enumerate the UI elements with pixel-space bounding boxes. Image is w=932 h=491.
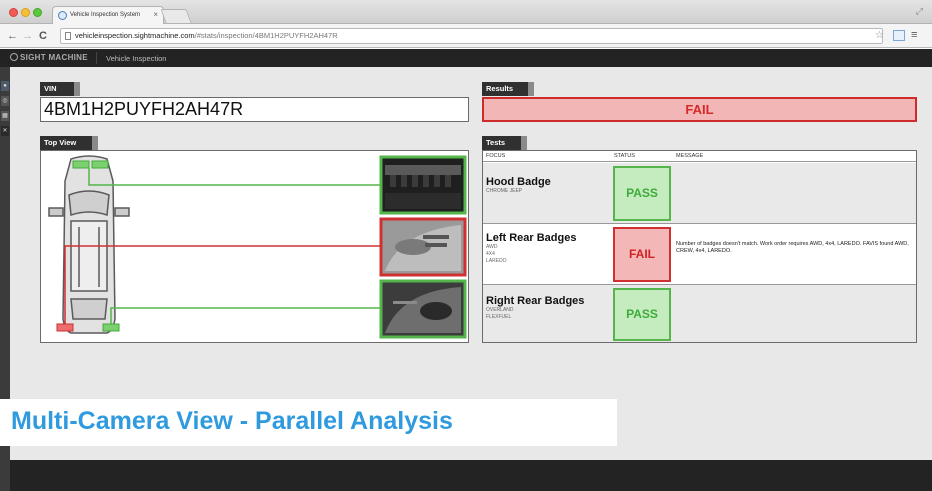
test-name: Left Rear Badges <box>486 232 577 244</box>
header-divider <box>96 52 97 64</box>
new-tab-button[interactable] <box>160 9 192 23</box>
url-path: /#stats/inspection/4BM1H2PUYFH2AH47R <box>194 31 338 40</box>
browser-window: Vehicle Inspection System × ⤢ ← → C vehi… <box>0 0 932 491</box>
status-badge: FAIL <box>613 227 671 282</box>
tests-panel-handle[interactable] <box>521 136 527 150</box>
table-row[interactable]: Hood Badge CHROME JEEP PASS <box>483 163 916 224</box>
hood-badge-connector <box>88 168 381 186</box>
right-rear-badge-region[interactable] <box>102 323 120 332</box>
overall-result: FAIL <box>482 97 917 122</box>
left-rear-badge-region[interactable] <box>56 323 74 332</box>
fullscreen-icon[interactable]: ⤢ <box>916 6 923 17</box>
zoom-window-button[interactable] <box>33 8 42 17</box>
test-focus: Right Rear Badges OVERLAND FLEXFUEL <box>486 295 606 321</box>
brand-logo[interactable]: SIGHT MACHINE <box>10 53 88 62</box>
table-row[interactable]: Right Rear Badges OVERLAND FLEXFUEL PASS <box>483 285 916 346</box>
top-view-label: Top View <box>40 136 98 150</box>
results-label-text: Results <box>486 84 514 93</box>
test-focus: Left Rear Badges AWD 4X4 LAREDO <box>486 232 606 265</box>
top-view-panel <box>40 150 469 343</box>
browser-tab[interactable]: Vehicle Inspection System × <box>52 6 164 24</box>
vin-label-text: VIN <box>44 84 57 93</box>
browser-menu-icon[interactable]: ≡ <box>911 29 917 41</box>
url-host: vehicleinspection.sightmachine.com <box>75 31 195 40</box>
left-rear-camera-thumbnail[interactable] <box>379 217 467 277</box>
test-detail: LAREDO <box>486 258 507 264</box>
location-pin-icon[interactable]: ● <box>1 81 9 91</box>
reload-icon[interactable]: C <box>39 29 47 43</box>
camera-icon[interactable]: ◎ <box>1 96 9 106</box>
tools-icon[interactable]: ✕ <box>1 126 9 136</box>
caption-banner: Multi-Camera View - Parallel Analysis <box>0 399 617 446</box>
browser-tab-bar: Vehicle Inspection System × ⤢ <box>0 0 932 24</box>
vin-panel-handle[interactable] <box>74 82 80 96</box>
tests-label-text: Tests <box>486 138 506 147</box>
vehicle-diagram <box>48 155 467 339</box>
test-focus: Hood Badge CHROME JEEP <box>486 176 606 195</box>
results-panel-handle[interactable] <box>528 82 534 96</box>
hood-badge-camera-thumbnail[interactable] <box>379 155 467 215</box>
tab-close-icon[interactable]: × <box>153 10 158 19</box>
brand-name: SIGHT MACHINE <box>20 53 88 62</box>
tab-title: Vehicle Inspection System <box>70 12 141 18</box>
results-label: Results <box>482 82 534 96</box>
status-column-header[interactable]: STATUS <box>614 153 635 159</box>
table-row[interactable]: Left Rear Badges AWD 4X4 LAREDO FAIL Num… <box>483 224 916 285</box>
back-arrow-icon[interactable]: ← <box>7 29 18 43</box>
tests-table: FOCUS STATUS MESSAGE Hood Badge CHROME J… <box>482 150 917 343</box>
footer-bar <box>10 460 932 491</box>
test-name: Hood Badge <box>486 176 551 188</box>
right-rear-connector <box>110 307 381 324</box>
test-detail: FLEXFUEL <box>486 314 512 320</box>
minimize-window-button[interactable] <box>21 8 30 17</box>
app-title: Vehicle Inspection <box>106 54 167 63</box>
test-message: Number of badges doesn't match. Work ord… <box>676 241 909 254</box>
focus-column-header[interactable]: FOCUS <box>486 153 505 159</box>
favicon-icon <box>58 11 67 20</box>
caption-text: Multi-Camera View - Parallel Analysis <box>11 407 453 435</box>
status-badge: PASS <box>613 288 671 341</box>
bookmark-star-icon[interactable]: ☆ <box>875 30 884 41</box>
vin-value: 4BM1H2PUYFH2AH47R <box>40 97 469 122</box>
page-icon <box>65 32 71 40</box>
app-header: SIGHT MACHINE Vehicle Inspection <box>0 49 932 67</box>
address-bar[interactable]: vehicleinspection.sightmachine.com/#stat… <box>60 28 883 44</box>
extension-icon[interactable] <box>893 30 905 41</box>
right-rear-camera-thumbnail[interactable] <box>379 279 467 339</box>
status-badge: PASS <box>613 166 671 221</box>
vin-label: VIN <box>40 82 80 96</box>
test-name: Right Rear Badges <box>486 295 585 307</box>
sight-machine-logo-icon <box>10 53 18 61</box>
test-detail: CHROME JEEP <box>486 188 523 194</box>
test-detail: 4X4 <box>486 251 495 257</box>
grid-icon[interactable]: ▦ <box>1 111 9 121</box>
browser-toolbar: ← → C vehicleinspection.sightmachine.com… <box>0 24 932 48</box>
test-detail: OVERLAND <box>486 307 514 313</box>
top-view-label-text: Top View <box>44 138 77 147</box>
forward-arrow-icon[interactable]: → <box>22 29 33 43</box>
close-window-button[interactable] <box>9 8 18 17</box>
message-column-header[interactable]: MESSAGE <box>676 153 703 159</box>
hood-badge-region-2[interactable] <box>91 160 109 169</box>
test-detail: AWD <box>486 244 498 250</box>
tests-label: Tests <box>482 136 527 150</box>
top-view-panel-handle[interactable] <box>92 136 98 150</box>
tests-table-header: FOCUS STATUS MESSAGE <box>483 151 916 162</box>
hood-badge-region[interactable] <box>72 160 90 169</box>
